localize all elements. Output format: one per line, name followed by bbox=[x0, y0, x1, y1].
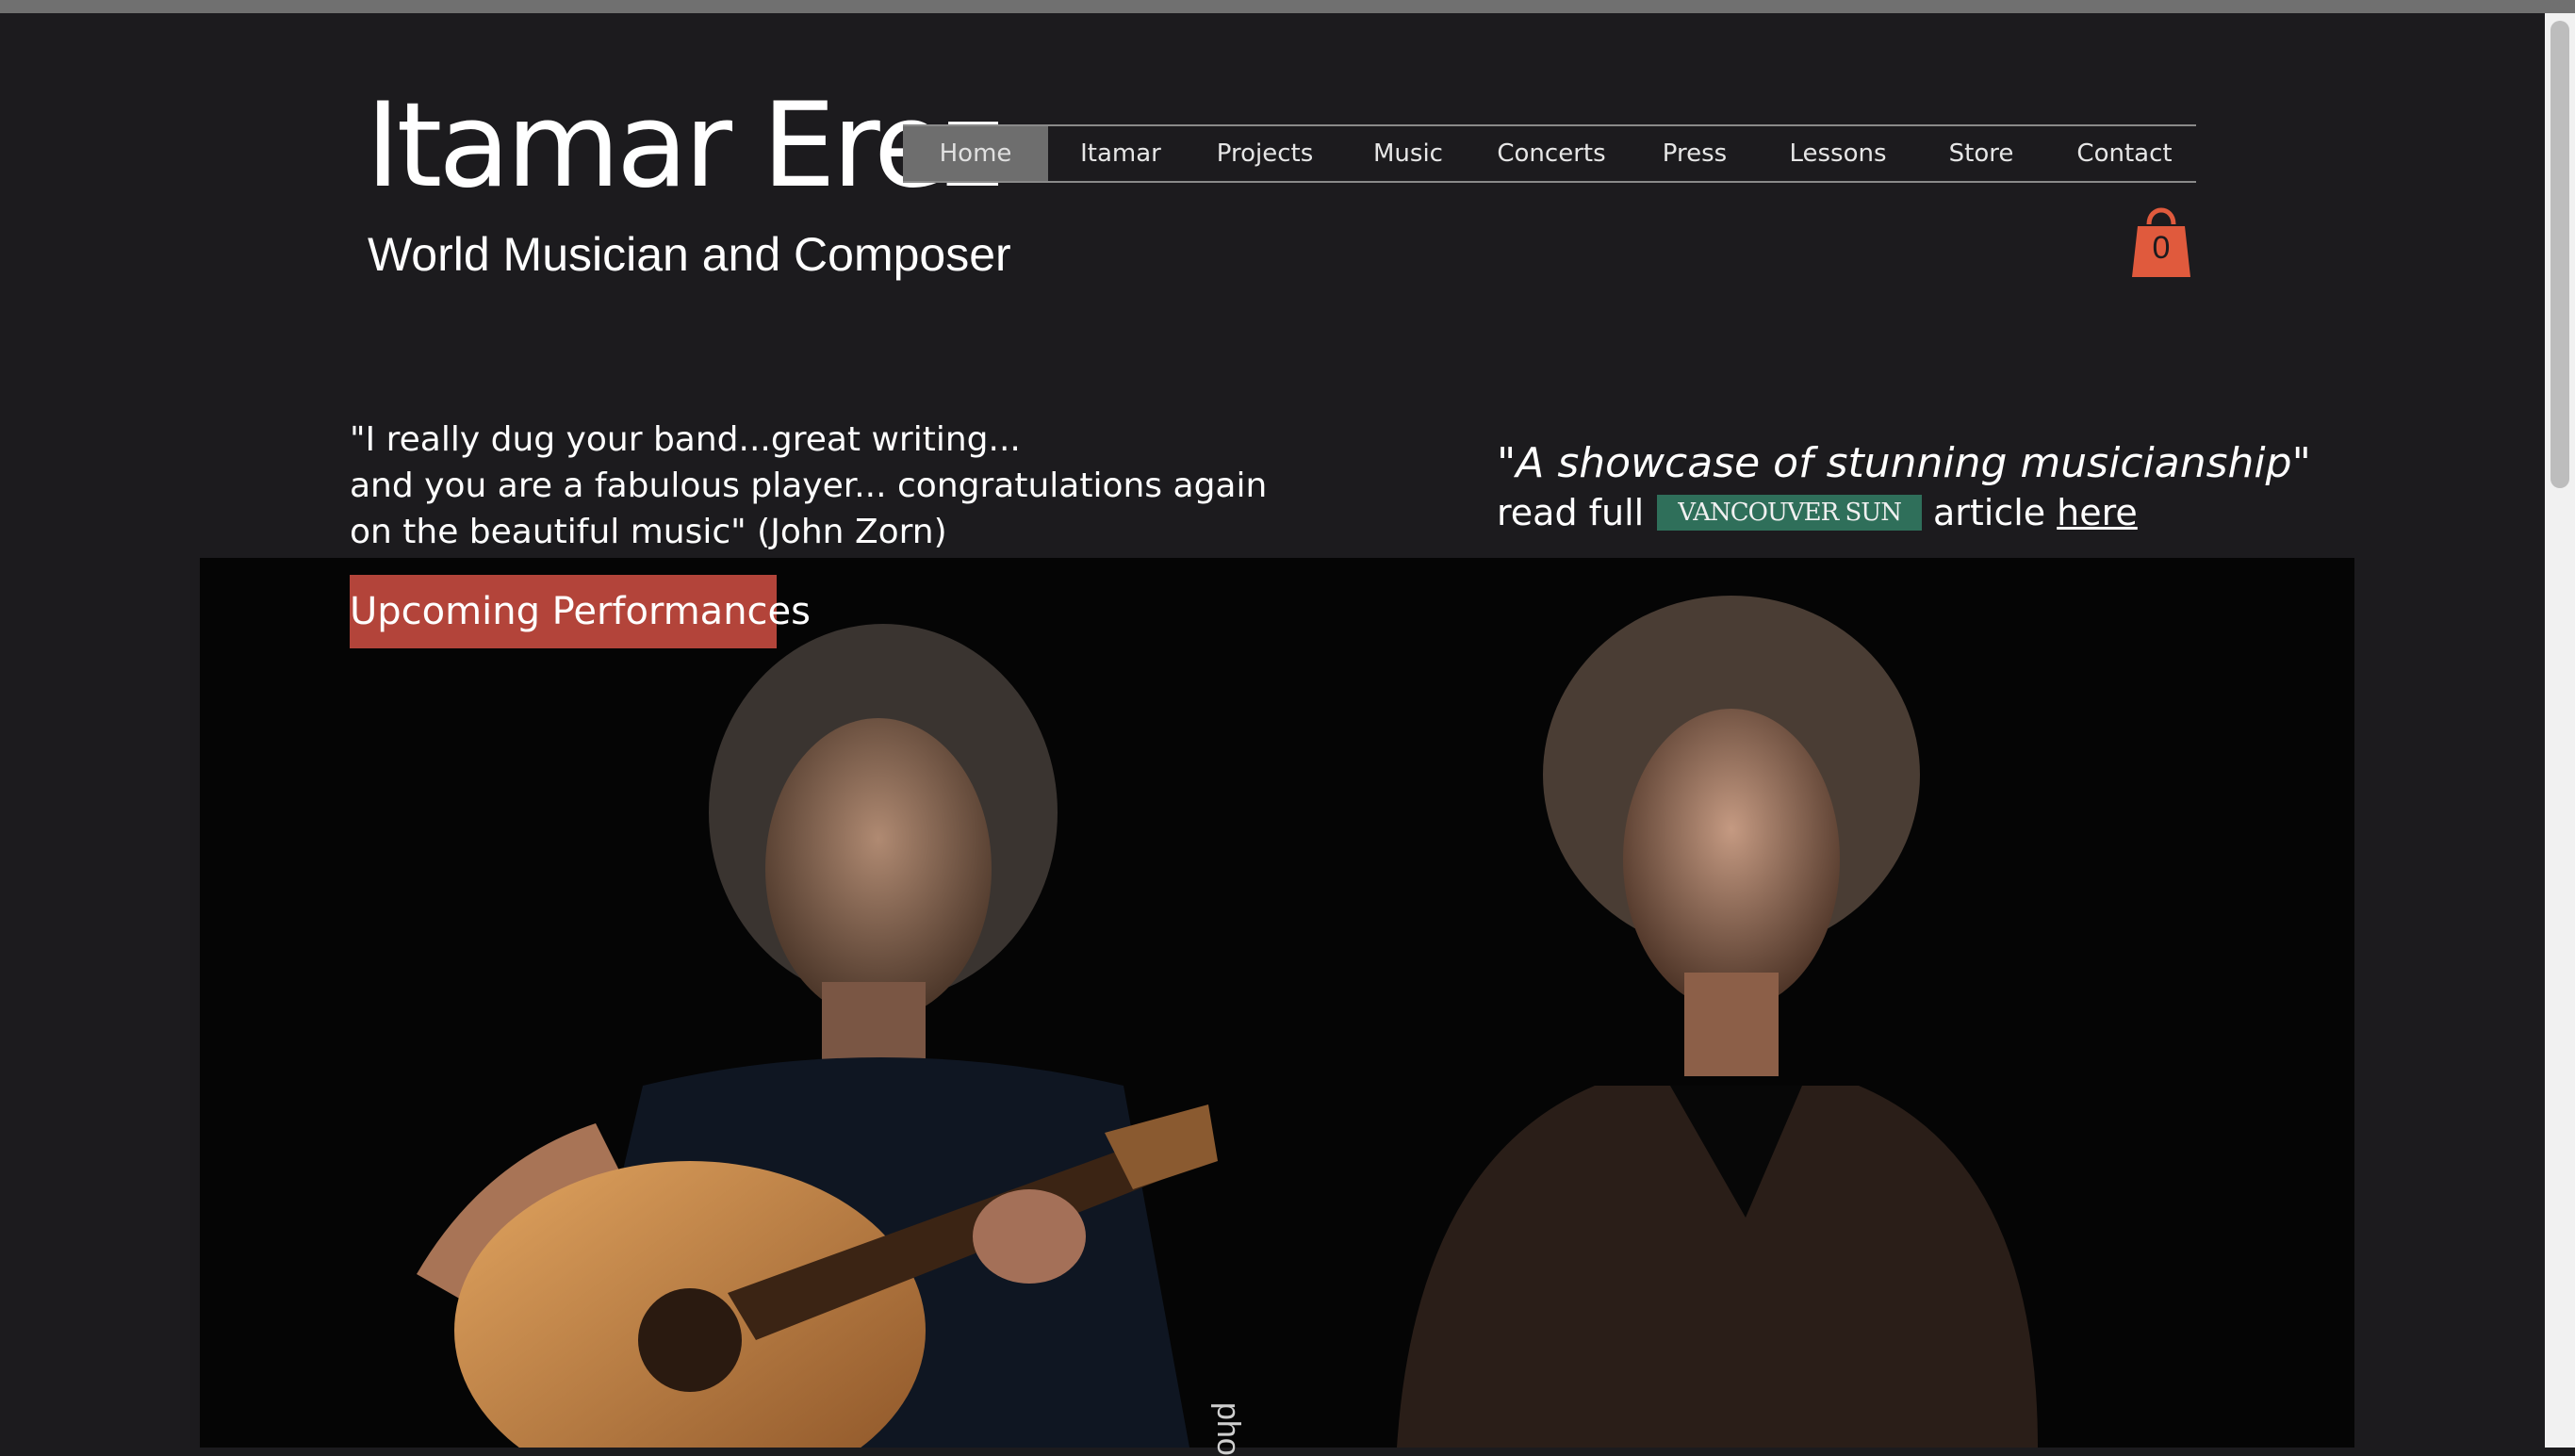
scrollbar-thumb[interactable] bbox=[2550, 21, 2569, 488]
nav-lessons[interactable]: Lessons bbox=[1766, 126, 1910, 181]
press-article-line: read full VANCOUVER SUN article here bbox=[1497, 484, 2138, 541]
read-full-text: read full bbox=[1497, 492, 1645, 533]
nav-contact[interactable]: Contact bbox=[2053, 126, 2196, 181]
quote-line: and you are a fabulous player... congrat… bbox=[350, 466, 1268, 505]
nav-concerts[interactable]: Concerts bbox=[1480, 126, 1623, 181]
photo-credit: pho bbox=[1210, 1402, 1246, 1456]
main-nav: Home Itamar Projects Music Concerts Pres… bbox=[903, 124, 2196, 183]
vancouver-sun-logo: VANCOUVER SUN bbox=[1657, 495, 1922, 531]
article-text: article bbox=[1932, 492, 2046, 533]
nav-store[interactable]: Store bbox=[1910, 126, 2053, 181]
site-subtitle: World Musician and Composer bbox=[368, 228, 1011, 281]
browser-top-bar bbox=[0, 0, 2575, 13]
press-quote: "A showcase of stunning musicianship" bbox=[1497, 439, 2311, 487]
upcoming-performances-button[interactable]: Upcoming Performances bbox=[350, 575, 811, 648]
nav-itamar[interactable]: Itamar bbox=[1048, 126, 1193, 181]
nav-projects[interactable]: Projects bbox=[1193, 126, 1337, 181]
nav-home[interactable]: Home bbox=[903, 126, 1048, 181]
testimonial-quote: "I really dug your band...great writing.… bbox=[350, 417, 1267, 555]
article-link[interactable]: here bbox=[2057, 492, 2138, 533]
hero-image bbox=[200, 558, 2354, 1448]
nav-music[interactable]: Music bbox=[1337, 126, 1480, 181]
cart-button[interactable]: 0 bbox=[2130, 202, 2192, 279]
quote-line: on the beautiful music" (John Zorn) bbox=[350, 513, 947, 551]
cart-count: 0 bbox=[2152, 230, 2171, 266]
quote-line: "I really dug your band...great writing.… bbox=[350, 420, 1021, 459]
nav-press[interactable]: Press bbox=[1623, 126, 1766, 181]
performer-photo bbox=[417, 596, 2038, 1448]
